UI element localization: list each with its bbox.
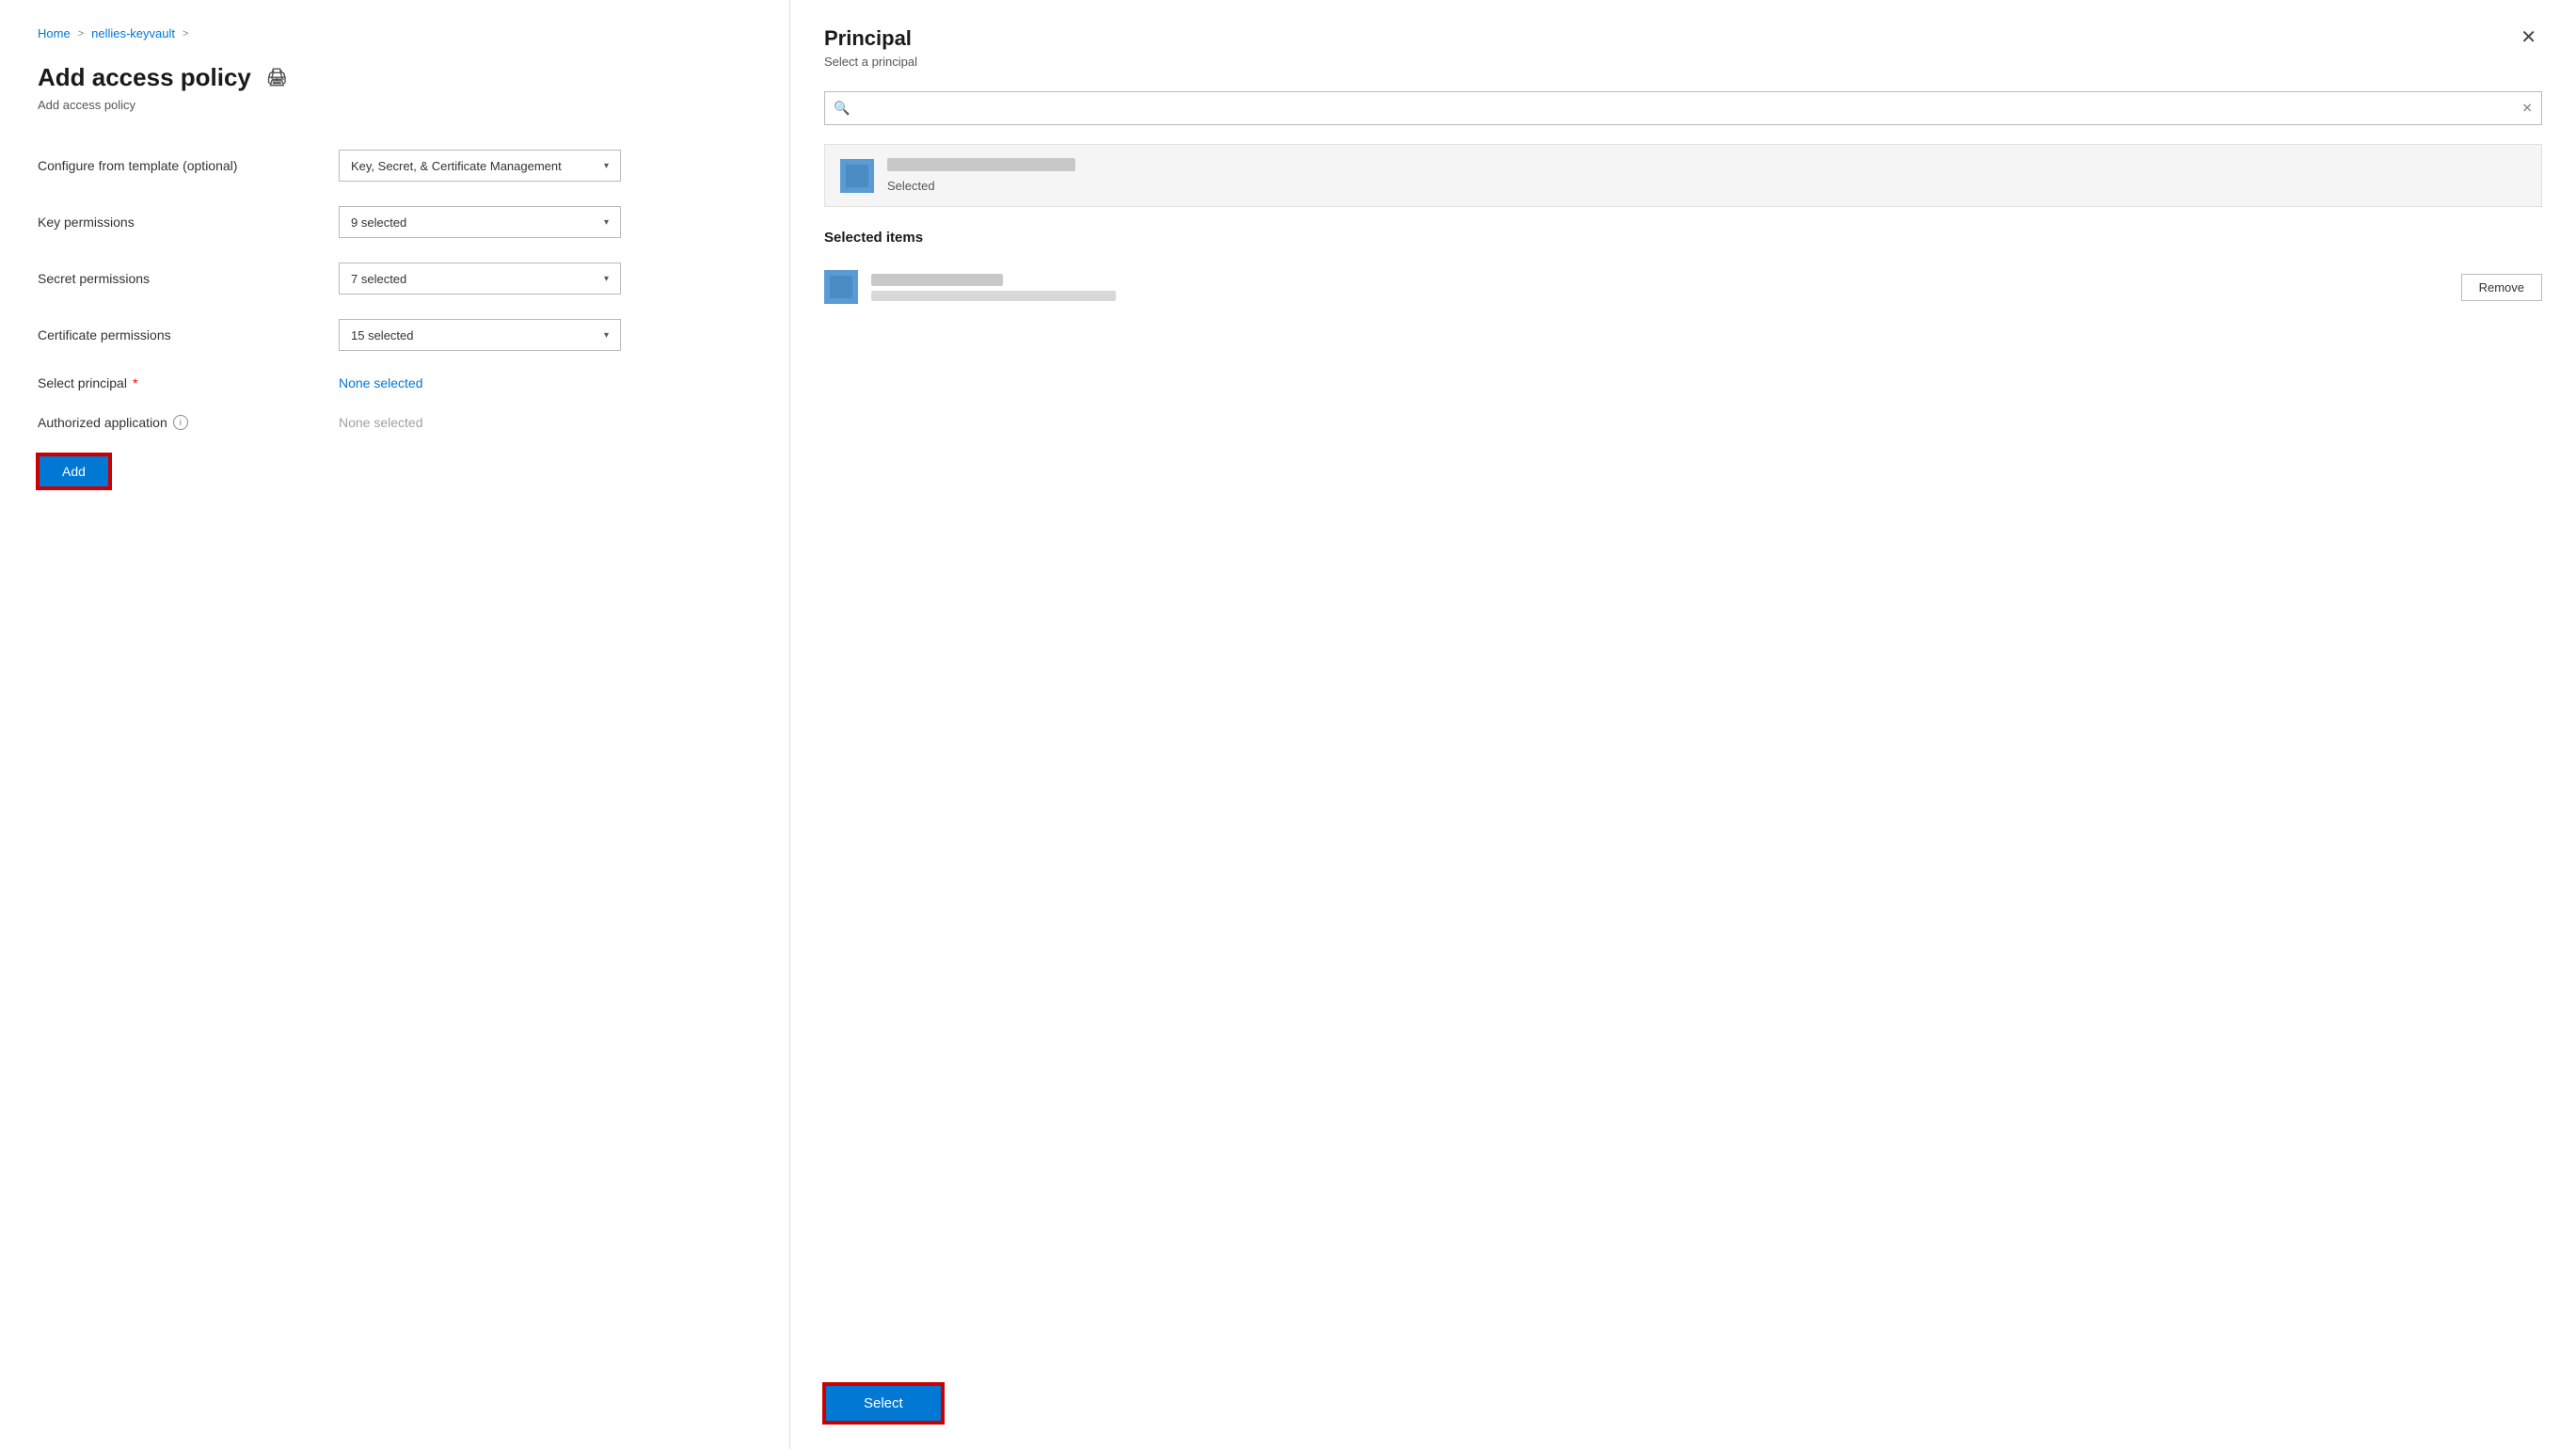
add-row: Add (38, 454, 752, 488)
secret-permissions-row: Secret permissions 7 selected ▾ (38, 263, 752, 295)
principal-row: Select principal * None selected (38, 375, 752, 390)
result-selected-label: Selected (887, 179, 1075, 193)
breadcrumb-sep2: > (183, 28, 188, 40)
selected-items-title: Selected items (824, 230, 2542, 246)
key-permissions-row: Key permissions 9 selected ▾ (38, 206, 752, 238)
template-row: Configure from template (optional) Key, … (38, 150, 752, 182)
result-item[interactable]: Selected (825, 145, 2541, 206)
breadcrumb-home[interactable]: Home (38, 26, 71, 40)
cert-permissions-chevron: ▾ (604, 330, 609, 341)
breadcrumb-sep1: > (78, 28, 84, 40)
secret-permissions-value: 7 selected (351, 272, 406, 286)
remove-button[interactable]: Remove (2461, 274, 2542, 301)
search-clear-icon[interactable]: ✕ (2521, 101, 2533, 117)
cert-permissions-label: Certificate permissions (38, 327, 339, 342)
search-container: 🔍 ✕ (824, 91, 2542, 125)
key-permissions-label: Key permissions (38, 215, 339, 230)
search-results: Selected (824, 144, 2542, 207)
add-button[interactable]: Add (38, 454, 110, 488)
result-avatar (840, 159, 874, 193)
selected-item-row: Remove (824, 261, 2542, 313)
key-permissions-dropdown[interactable]: 9 selected ▾ (339, 206, 621, 238)
right-panel: Principal Select a principal ✕ 🔍 ✕ Selec… (790, 0, 2576, 1449)
print-icon[interactable]: 🖨 (266, 68, 288, 88)
selected-sub-bar (871, 291, 1116, 301)
result-text: Selected (887, 158, 1075, 193)
key-permissions-value: 9 selected (351, 215, 406, 230)
result-name-bar (887, 158, 1075, 171)
info-icon: i (173, 415, 188, 430)
template-dropdown[interactable]: Key, Secret, & Certificate Management ▾ (339, 150, 621, 182)
cert-permissions-value: 15 selected (351, 328, 414, 342)
template-label: Configure from template (optional) (38, 158, 339, 173)
required-star: * (133, 375, 137, 390)
panel-subtitle: Select a principal (824, 55, 917, 69)
selected-item-info (871, 274, 2448, 301)
panel-title-block: Principal Select a principal (824, 26, 917, 69)
search-input[interactable] (824, 91, 2542, 125)
breadcrumb: Home > nellies-keyvault > (38, 26, 752, 40)
secret-permissions-label: Secret permissions (38, 271, 339, 286)
panel-header: Principal Select a principal ✕ (824, 26, 2542, 69)
auth-app-row: Authorized application i None selected (38, 415, 752, 430)
secret-permissions-dropdown[interactable]: 7 selected ▾ (339, 263, 621, 295)
breadcrumb-keyvault[interactable]: nellies-keyvault (91, 26, 175, 40)
selected-avatar (824, 270, 858, 304)
selected-name-bar (871, 274, 1003, 286)
close-button[interactable]: ✕ (2515, 26, 2542, 49)
panel-title: Principal (824, 26, 917, 51)
page-subtitle: Add access policy (38, 98, 752, 112)
cert-permissions-dropdown[interactable]: 15 selected ▾ (339, 319, 621, 351)
left-panel: Home > nellies-keyvault > Add access pol… (0, 0, 790, 1449)
template-chevron: ▾ (604, 161, 609, 171)
principal-label: Select principal * (38, 375, 339, 390)
search-icon: 🔍 (834, 101, 850, 117)
cert-permissions-row: Certificate permissions 15 selected ▾ (38, 319, 752, 351)
template-value: Key, Secret, & Certificate Management (351, 159, 562, 173)
bottom-bar: Select (824, 1365, 2542, 1423)
selected-avatar-inner (830, 276, 852, 298)
auth-app-label: Authorized application i (38, 415, 339, 430)
avatar-inner (846, 165, 868, 187)
secret-permissions-chevron: ▾ (604, 274, 609, 284)
auth-app-value: None selected (339, 415, 423, 430)
select-button[interactable]: Select (824, 1384, 943, 1423)
key-permissions-chevron: ▾ (604, 217, 609, 228)
principal-value[interactable]: None selected (339, 375, 423, 390)
page-title: Add access policy 🖨 (38, 63, 752, 92)
